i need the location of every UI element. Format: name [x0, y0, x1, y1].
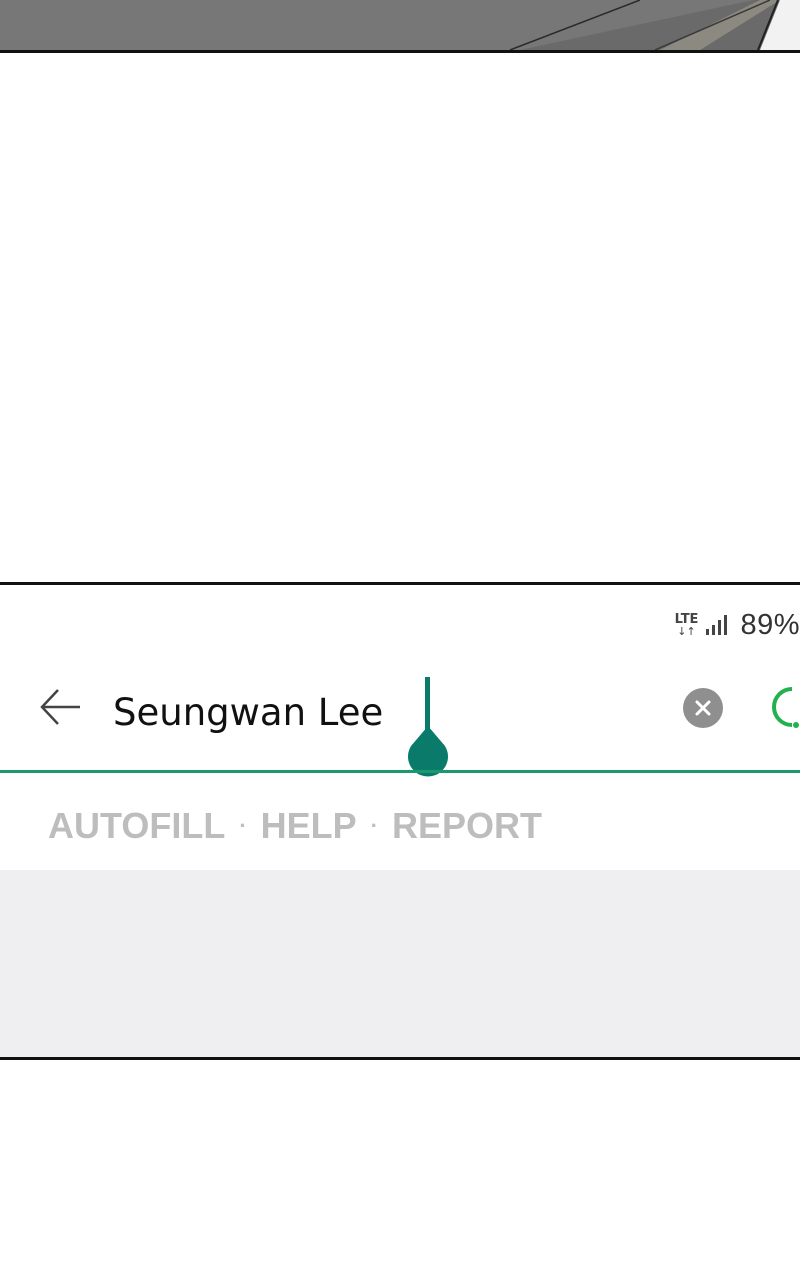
search-input[interactable]: Seungwan Lee [113, 691, 383, 734]
autofill-link[interactable]: AUTOFILL [48, 805, 225, 847]
action-links: AUTOFILL · HELP · REPORT [48, 805, 542, 847]
search-bar: Seungwan Lee [0, 655, 800, 777]
link-separator: · [370, 813, 378, 838]
battery-level: 89% [740, 608, 800, 641]
status-bar: LTE ↓↑ 89% [675, 607, 800, 643]
help-link[interactable]: HELP [261, 805, 357, 847]
results-area [0, 870, 800, 1057]
phone-search-panel: LTE ↓↑ 89% Seungwan Lee AUTOFILL · HELP … [0, 582, 800, 1060]
back-arrow-icon[interactable] [38, 687, 84, 727]
search-underline [0, 770, 800, 773]
clear-icon [695, 700, 711, 716]
signal-icon [706, 615, 730, 635]
top-comic-panel [0, 0, 800, 53]
panel-illustration [0, 0, 800, 50]
comic-page: LTE ↓↑ 89% Seungwan Lee AUTOFILL · HELP … [0, 0, 800, 1280]
loading-spinner-icon [772, 687, 799, 728]
network-indicator: LTE ↓↑ [675, 613, 699, 638]
report-link[interactable]: REPORT [392, 805, 542, 847]
network-label: LTE [674, 611, 699, 627]
network-arrows: ↓↑ [677, 624, 696, 638]
clear-button[interactable] [683, 688, 723, 728]
link-separator: · [239, 813, 247, 838]
blank-panel [0, 53, 800, 582]
